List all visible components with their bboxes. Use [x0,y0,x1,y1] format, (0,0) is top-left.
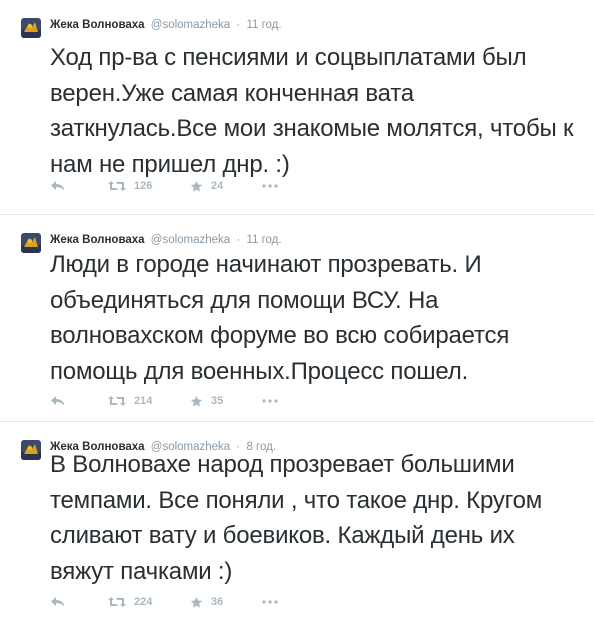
tweet-actions: 224 36 [50,592,286,612]
avatar[interactable] [21,440,41,460]
favorite-count: 36 [211,596,224,608]
avatar[interactable] [21,18,41,38]
author-name[interactable]: Жека Волноваха [50,234,145,246]
retweet-button[interactable]: 224 [108,596,190,608]
reply-icon [51,181,65,191]
tweet-text: В Волновахе народ прозревает большими те… [50,451,543,585]
favorite-button[interactable]: 24 [190,180,262,193]
author-username[interactable]: @solomazheka [151,234,230,246]
favorite-count: 35 [211,395,224,407]
avatar[interactable] [21,233,41,253]
favorite-button[interactable]: 36 [190,596,262,609]
tweet-timestamp[interactable]: 11 год. [246,234,281,246]
more-button[interactable] [262,399,286,403]
retweet-count: 214 [134,395,153,407]
tweet[interactable]: Жека Волноваха @solomazheka · 8 год. В В… [0,422,594,632]
more-dots-icon [262,399,278,403]
star-icon [190,395,203,407]
reply-button[interactable] [50,395,108,407]
tweet-header: Жека Волноваха @solomazheka · 11 год. [50,17,282,33]
tweet[interactable]: Жека Волноваха @solomazheka · 11 год. Лю… [0,215,594,422]
tweet[interactable]: Жека Волноваха @solomazheka · 11 год. Хо… [0,0,594,215]
reply-button[interactable] [50,596,108,608]
retweet-count: 126 [134,180,153,192]
more-button[interactable] [262,184,286,188]
retweet-icon [108,597,126,607]
retweet-button[interactable]: 126 [108,180,190,192]
tweet-text: Ход пр-ва с пенсиями и соцвыплатами был … [50,44,574,178]
tweet-header: Жека Волноваха @solomazheka · 11 год. [50,232,282,248]
reply-icon [51,396,65,406]
tweet-text: Люди в городе начинают прозревать. И объ… [50,251,510,385]
favorite-button[interactable]: 35 [190,395,262,408]
more-dots-icon [262,600,278,604]
retweet-icon [108,181,126,191]
more-button[interactable] [262,600,286,604]
favorite-count: 24 [211,180,224,192]
tweet-actions: 214 35 [50,391,286,411]
header-separator: · [236,234,241,246]
reply-button[interactable] [50,180,108,192]
tweet-timestamp[interactable]: 11 год. [246,19,281,31]
retweet-icon [108,396,126,406]
header-separator: · [236,19,241,31]
reply-icon [51,597,65,607]
star-icon [190,596,203,608]
more-dots-icon [262,184,278,188]
star-icon [190,180,203,192]
author-username[interactable]: @solomazheka [151,19,230,31]
retweet-button[interactable]: 214 [108,395,190,407]
retweet-count: 224 [134,596,153,608]
tweet-actions: 126 24 [50,176,286,196]
tweet-timeline: Жека Волноваха @solomazheka · 11 год. Хо… [0,0,594,632]
author-name[interactable]: Жека Волноваха [50,19,145,31]
